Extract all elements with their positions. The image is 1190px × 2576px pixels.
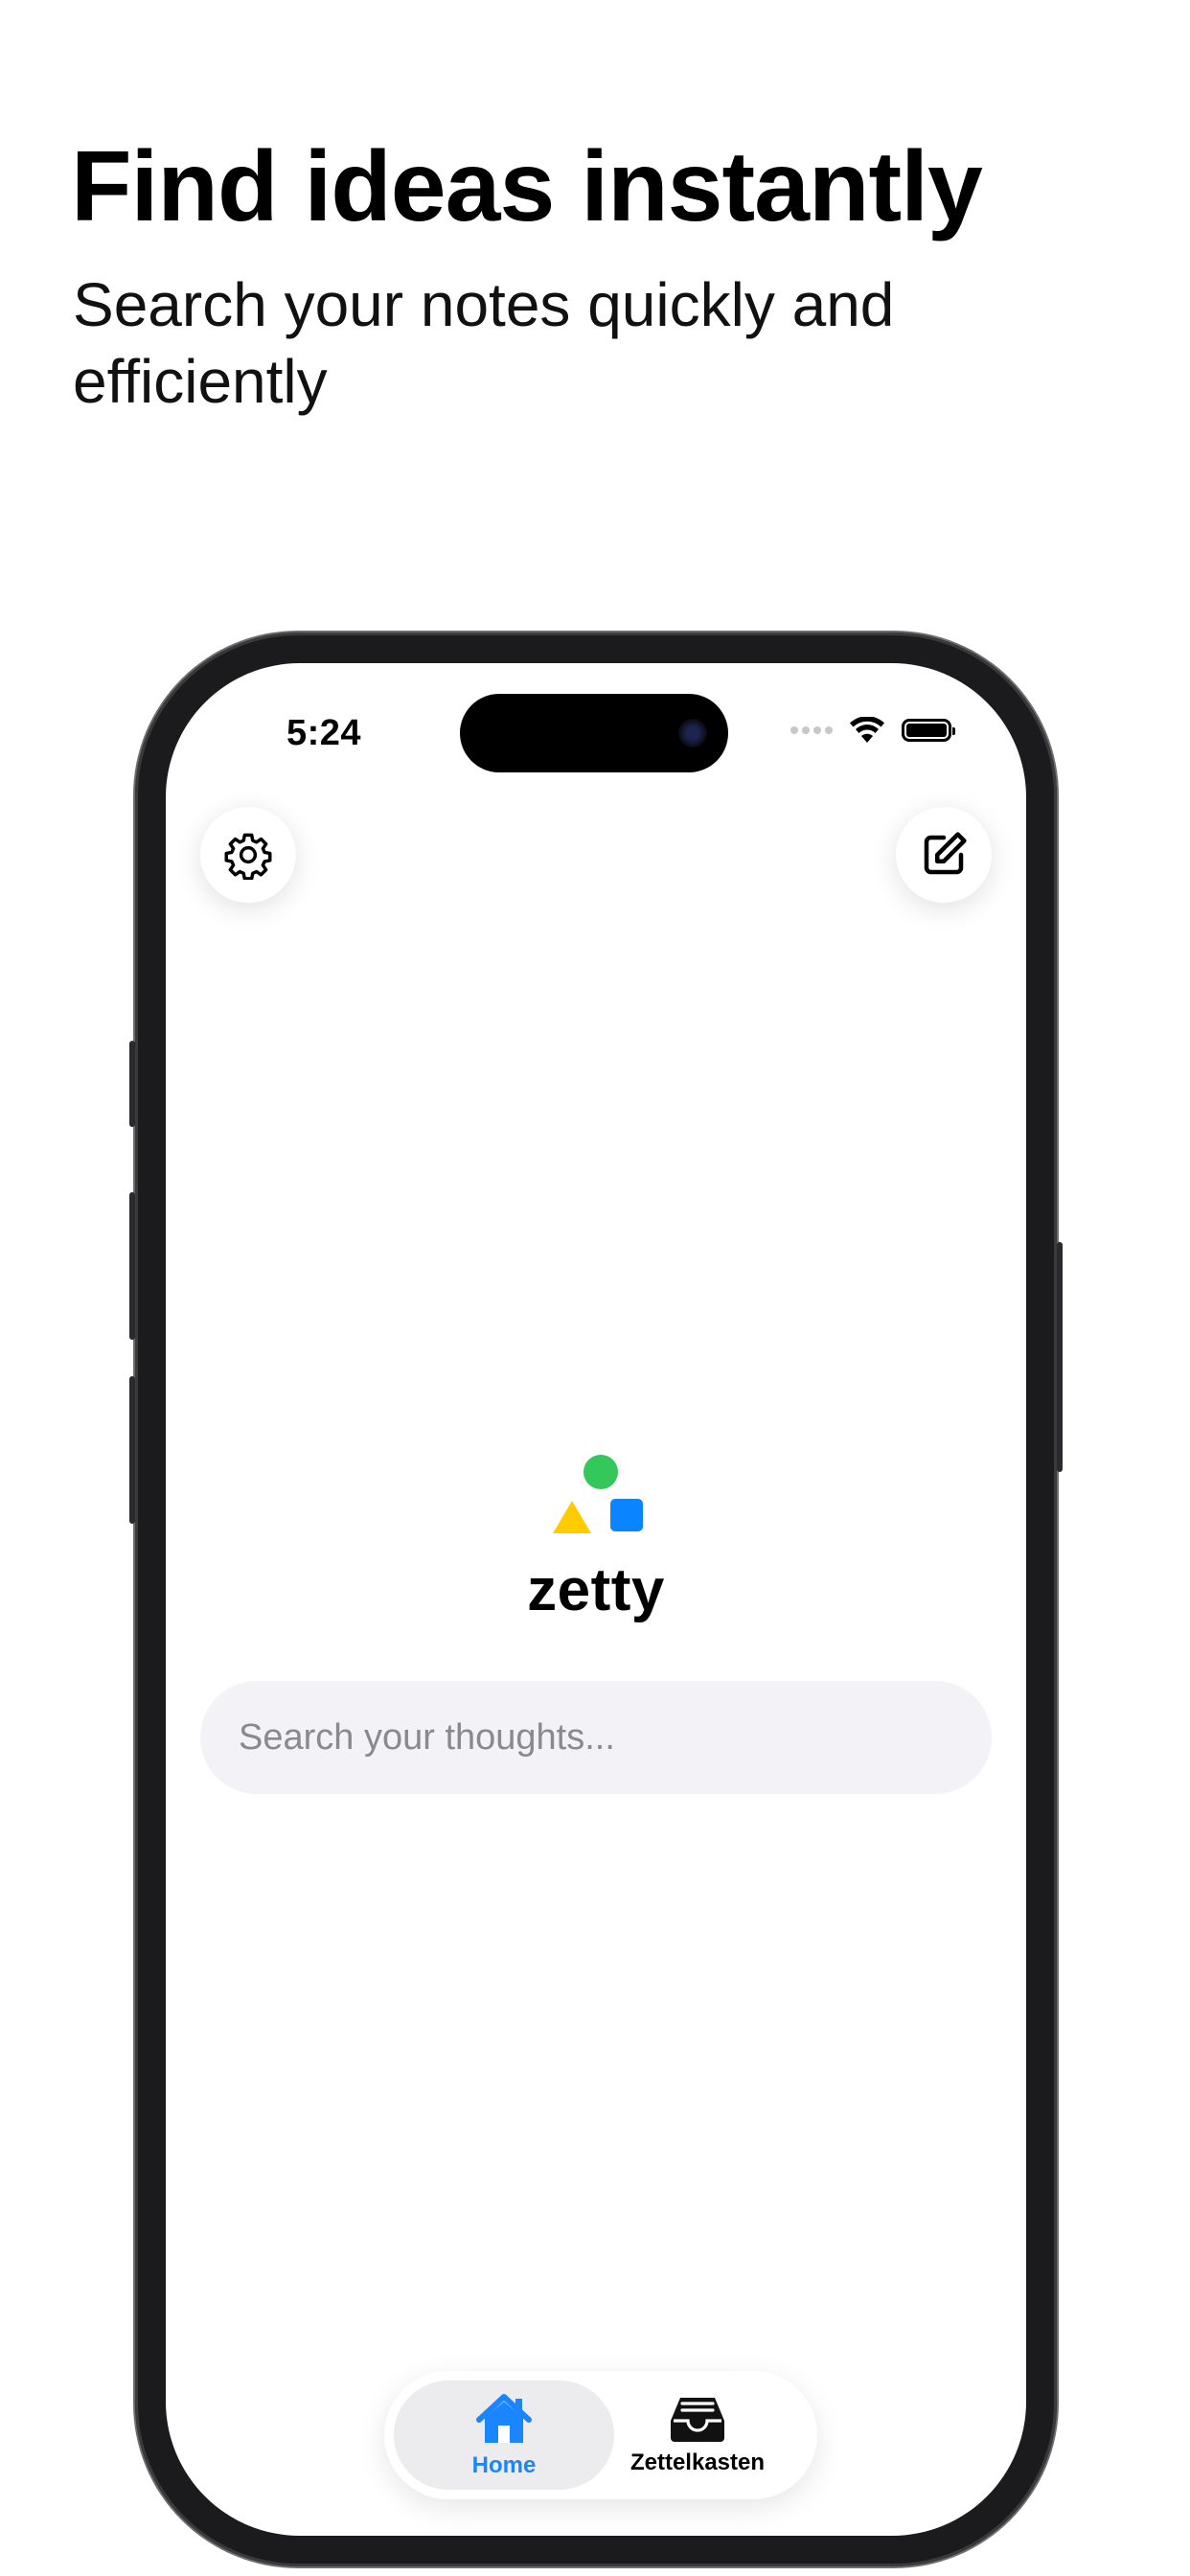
search-field[interactable] (200, 1681, 992, 1794)
tab-home-label: Home (471, 2452, 537, 2478)
search-input[interactable] (237, 1715, 992, 1760)
status-icons (790, 717, 955, 744)
power-button (1057, 1242, 1063, 1472)
tab-zettelkasten-label: Zettelkasten (629, 2450, 766, 2475)
volume-up-button (129, 1192, 135, 1340)
camera-icon (678, 719, 707, 748)
gear-icon (224, 833, 272, 880)
promo-headline: Find ideas instantly (71, 131, 983, 242)
tab-zettelkasten[interactable]: Zettelkasten (587, 2380, 808, 2490)
status-time: 5:24 (286, 713, 362, 753)
settings-button[interactable] (200, 807, 296, 903)
promo-subhead: Search your notes quickly and efficientl… (73, 270, 895, 416)
logo-triangle (553, 1501, 591, 1533)
compose-button[interactable] (896, 807, 992, 903)
logo-square (610, 1499, 643, 1531)
logo-circle (584, 1455, 618, 1489)
cellular-signal-icon (790, 726, 833, 734)
compose-icon (924, 832, 967, 875)
app-name: zetty (527, 1557, 665, 1623)
phone-screen: 5:24 zetty Search your thoughts... Home … (166, 663, 1026, 2536)
action-button (129, 1041, 135, 1127)
tab-home[interactable]: Home (394, 2380, 614, 2490)
zetty-logo (553, 1455, 643, 1533)
inbox-tray-icon (671, 2398, 724, 2442)
phone-frame: 5:24 zetty Search your thoughts... Home … (129, 632, 1063, 2566)
volume-down-button (129, 1376, 135, 1524)
battery-icon (902, 719, 955, 742)
house-icon (476, 2394, 532, 2443)
dynamic-island (460, 694, 728, 772)
wifi-icon (850, 717, 884, 743)
tab-bar: Home Zettelkasten (384, 2371, 817, 2499)
